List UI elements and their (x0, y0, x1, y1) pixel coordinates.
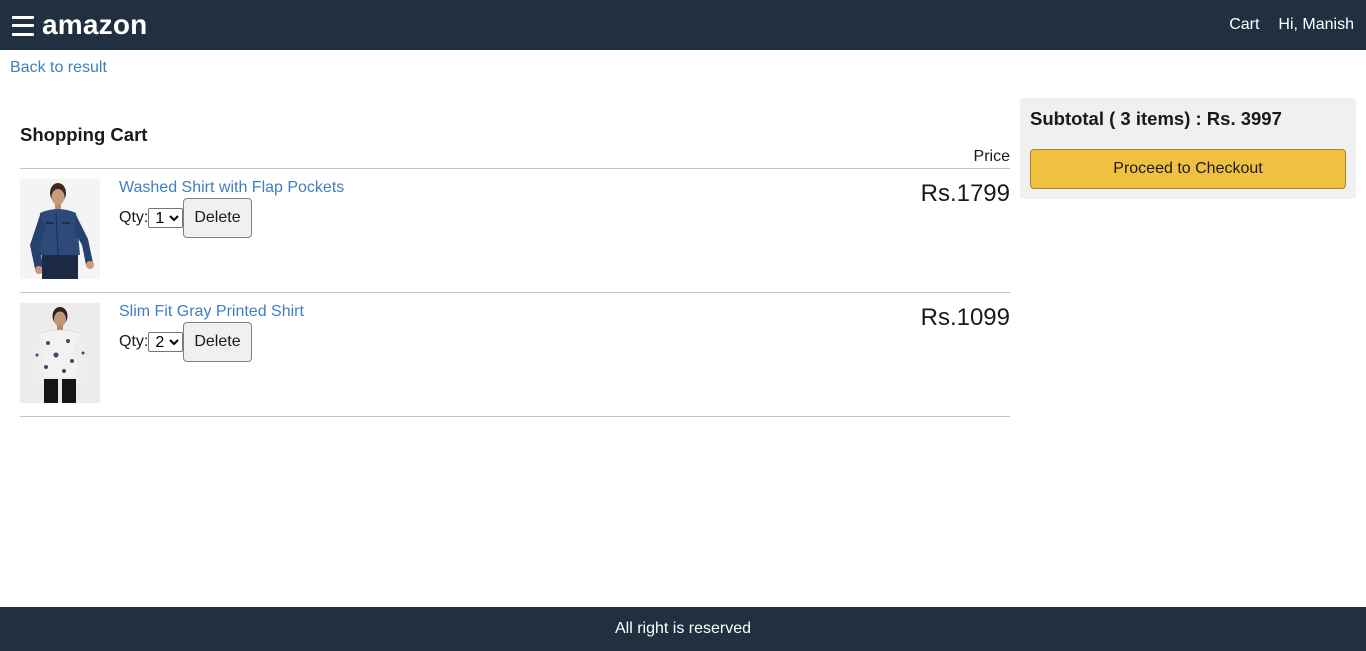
item-price: Rs.1799 (920, 180, 1010, 207)
footer-text: All right is reserved (614, 620, 752, 637)
shopping-cart: Shopping Cart Price Washed Shirt with Fl… (20, 98, 1010, 417)
header-links: Cart Hi, Manish (1229, 16, 1354, 34)
hamburger-menu-icon[interactable] (12, 15, 34, 36)
amazon-logo-link[interactable]: amazon (42, 9, 147, 41)
qty-label: Qty: (119, 333, 149, 350)
cart-link[interactable]: Cart (1229, 16, 1259, 34)
quantity-row: Qty: 2 Delete (119, 322, 304, 362)
product-name-link[interactable]: Washed Shirt with Flap Pockets (119, 179, 344, 197)
product-name-link[interactable]: Slim Fit Gray Printed Shirt (119, 303, 304, 321)
user-greeting-link[interactable]: Hi, Manish (1278, 16, 1354, 34)
cart-item-details: Washed Shirt with Flap Pockets Qty: 1 De… (119, 179, 344, 238)
order-summary: Subtotal ( 3 items) : Rs. 3997 Proceed t… (1020, 98, 1356, 199)
cart-item-washed-shirt: Washed Shirt with Flap Pockets Qty: 1 De… (20, 169, 1010, 293)
cart-item-details: Slim Fit Gray Printed Shirt Qty: 2 Delet… (119, 303, 304, 362)
slim-fit-shirt-image[interactable] (20, 303, 100, 403)
quantity-select[interactable]: 1 (148, 208, 184, 228)
top-nav-bar: amazon Cart Hi, Manish (0, 0, 1366, 50)
proceed-to-checkout-button[interactable]: Proceed to Checkout (1030, 149, 1346, 189)
back-to-result-link[interactable]: Back to result (10, 59, 107, 77)
price-column-header: Price (973, 148, 1010, 165)
footer: All right is reserved (0, 607, 1366, 651)
cart-title: Shopping Cart (20, 124, 148, 145)
quantity-select[interactable]: 2 (148, 332, 184, 352)
delete-button[interactable]: Delete (183, 198, 252, 238)
qty-label: Qty: (119, 209, 149, 226)
washed-shirt-image[interactable] (20, 179, 100, 279)
cart-item-slim-fit-shirt: Slim Fit Gray Printed Shirt Qty: 2 Delet… (20, 293, 1010, 417)
delete-button[interactable]: Delete (183, 322, 252, 362)
subtotal-text: Subtotal ( 3 items) : Rs. 3997 (1030, 108, 1282, 129)
quantity-row: Qty: 1 Delete (119, 198, 344, 238)
item-price: Rs.1099 (920, 304, 1010, 331)
